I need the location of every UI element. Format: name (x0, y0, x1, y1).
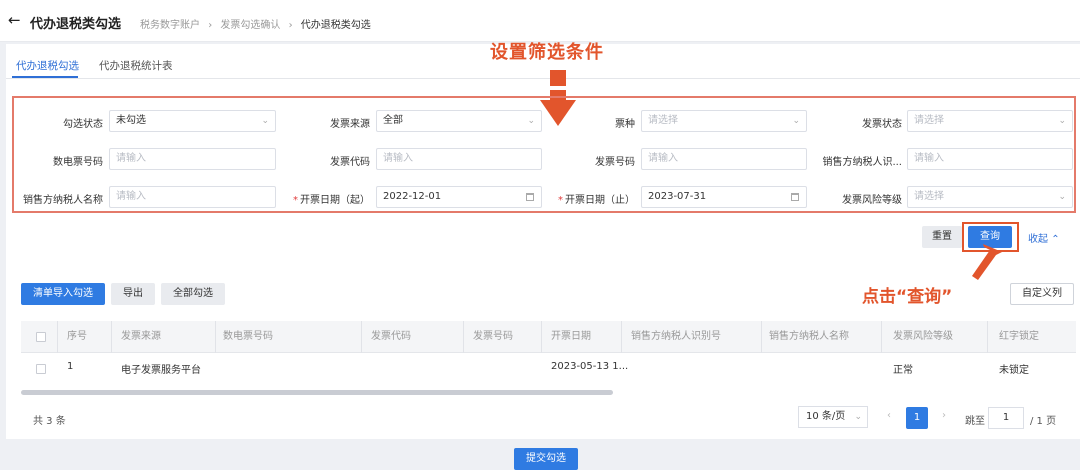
submit-check-button[interactable]: 提交勾选 (514, 448, 578, 470)
date-end-picker[interactable]: 2023-07-31 (641, 186, 807, 208)
collapse-toggle[interactable]: 收起 ⌃ (1028, 230, 1060, 245)
invoice-code-label: 发票代码 (330, 157, 370, 168)
reset-button[interactable]: 重置 (922, 226, 962, 248)
page-number-current[interactable]: 1 (906, 407, 928, 429)
chevron-down-icon: ⌄ (854, 412, 862, 422)
cell-index: 1 (67, 361, 74, 372)
digital-no-input[interactable]: 请输入 (109, 148, 276, 170)
calendar-icon (791, 193, 799, 201)
seller-name-input[interactable]: 请输入 (109, 186, 276, 208)
column-header: 序号 (67, 331, 87, 342)
cell-source: 电子发票服务平台 (121, 365, 201, 376)
column-header: 发票代码 (371, 331, 411, 342)
cell-red-lock: 未锁定 (999, 365, 1029, 376)
ticket-type-select[interactable]: 请选择 ⌄ (641, 110, 807, 132)
invoice-status-label: 发票状态 (862, 119, 902, 130)
invoice-code-input[interactable]: 请输入 (376, 148, 542, 170)
ticket-type-label: 票种 (615, 119, 635, 130)
select-all-button[interactable]: 全部勾选 (161, 283, 225, 305)
select-all-checkbox[interactable] (36, 332, 46, 342)
export-button[interactable]: 导出 (111, 283, 155, 305)
seller-name-label: 销售方纳税人名称 (23, 195, 103, 206)
chevron-up-icon: ⌃ (1051, 234, 1060, 245)
date-end-label: * 开票日期（止） (558, 195, 635, 206)
invoice-source-label: 发票来源 (330, 119, 370, 130)
column-header: 销售方纳税人识别号 (631, 331, 721, 342)
invoice-no-label: 发票号码 (595, 157, 635, 168)
invoice-status-select[interactable]: 请选择 ⌄ (907, 110, 1073, 132)
total-count: 共 3 条 (33, 416, 66, 427)
jump-label: 跳至 (965, 416, 985, 427)
chevron-down-icon: ⌄ (1058, 192, 1066, 202)
page-title: 代办退税类勾选 (30, 17, 122, 32)
chevron-down-icon: ⌄ (261, 116, 269, 126)
column-header: 开票日期 (551, 331, 591, 342)
risk-level-label: 发票风险等级 (842, 195, 902, 206)
chevron-down-icon: ⌄ (1058, 116, 1066, 126)
jump-page-input[interactable]: 1 (988, 407, 1024, 429)
arrow-left-icon[interactable]: ← (8, 11, 21, 29)
check-status-select[interactable]: 未勾选 ⌄ (109, 110, 276, 132)
invoice-source-select[interactable]: 全部 ⌄ (376, 110, 542, 132)
chevron-down-icon: ⌄ (527, 116, 535, 126)
digital-no-label: 数电票号码 (53, 157, 103, 168)
import-check-button[interactable]: 清单导入勾选 (21, 283, 105, 305)
next-page-icon[interactable]: › (942, 410, 946, 421)
top-bar: ← 代办退税类勾选 税务数字账户 › 发票勾选确认 › 代办退税类勾选 (0, 0, 1080, 42)
row-checkbox[interactable] (36, 364, 46, 374)
column-header: 红字锁定 (999, 331, 1039, 342)
cell-risk: 正常 (893, 365, 913, 376)
breadcrumb-separator: › (288, 20, 293, 31)
breadcrumb-separator: › (208, 20, 213, 31)
annotation-click-query: 点击“查询” (862, 287, 953, 307)
column-header: 销售方纳税人名称 (769, 331, 849, 342)
tab-refund-check[interactable]: 代办退税勾选 (16, 58, 79, 73)
column-header: 数电票号码 (223, 331, 273, 342)
date-start-label: * 开票日期（起） (293, 195, 370, 206)
chevron-down-icon: ⌄ (792, 116, 800, 126)
calendar-icon (526, 193, 534, 201)
breadcrumb-current: 代办退税类勾选 (300, 20, 371, 31)
seller-tax-id-input[interactable]: 请输入 (907, 148, 1073, 170)
invoice-no-input[interactable]: 请输入 (641, 148, 807, 170)
column-header: 发票号码 (473, 331, 513, 342)
jump-total-pages: / 1 页 (1030, 416, 1057, 427)
page-size-select[interactable]: 10 条/页 ⌄ (798, 406, 868, 428)
annotation-set-filter: 设置筛选条件 (490, 42, 604, 63)
breadcrumb: 税务数字账户 › 发票勾选确认 › 代办退税类勾选 (140, 16, 371, 31)
seller-tax-id-label: 销售方纳税人识... (822, 157, 902, 168)
column-header: 发票风险等级 (893, 331, 953, 342)
risk-level-select[interactable]: 请选择 ⌄ (907, 186, 1073, 208)
date-start-picker[interactable]: 2022-12-01 (376, 186, 542, 208)
cell-date: 2023-05-13 1... (551, 361, 629, 372)
prev-page-icon[interactable]: ‹ (887, 410, 891, 421)
custom-columns-button[interactable]: 自定义列 (1010, 283, 1074, 305)
tab-refund-stats[interactable]: 代办退税统计表 (99, 58, 173, 73)
check-status-label: 勾选状态 (63, 119, 103, 130)
column-header: 发票来源 (121, 331, 161, 342)
horizontal-scrollbar[interactable] (21, 390, 613, 395)
breadcrumb-item[interactable]: 发票勾选确认 (220, 20, 280, 31)
breadcrumb-item[interactable]: 税务数字账户 (140, 20, 200, 31)
table-header: 序号 发票来源 数电票号码 发票代码 发票号码 开票日期 销售方纳税人识别号 销… (21, 321, 1076, 353)
pointer-arrow-annotation (972, 244, 1002, 280)
